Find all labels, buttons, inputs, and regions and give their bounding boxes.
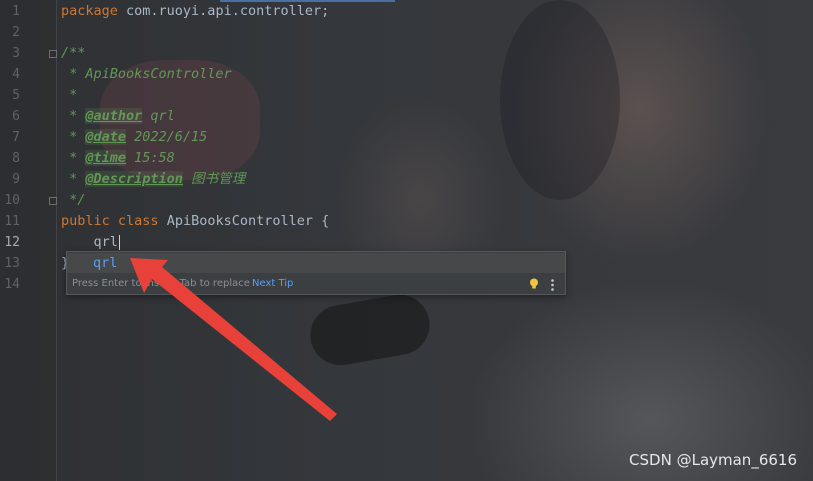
watermark: CSDN @Layman_6616: [629, 451, 797, 469]
red-arrow-icon: [130, 258, 337, 421]
annotation-arrow: [130, 258, 337, 421]
